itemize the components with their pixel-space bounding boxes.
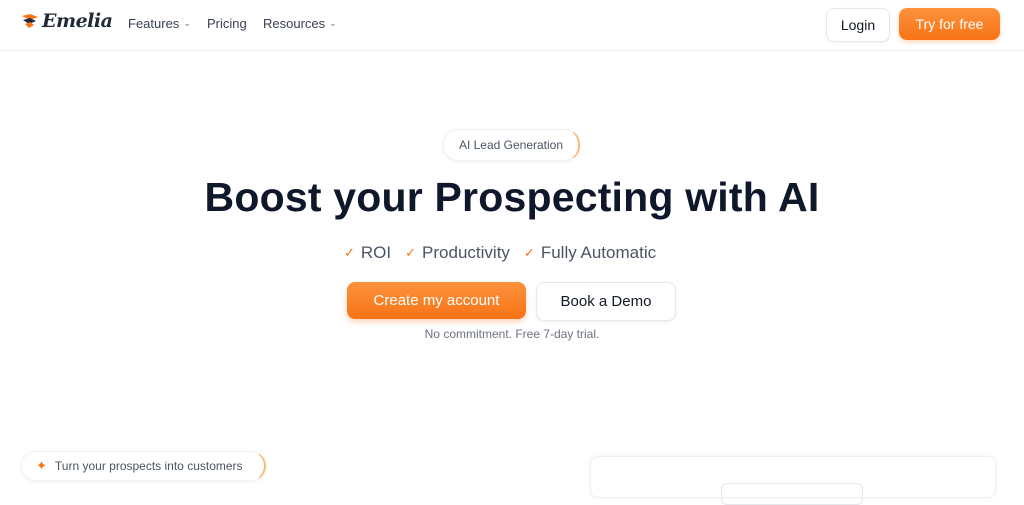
book-demo-button[interactable]: Book a Demo: [536, 282, 676, 321]
brand-name: Emelia: [42, 10, 113, 32]
magic-wand-icon: ✦: [36, 458, 47, 473]
chevron-down-icon: ⌄: [329, 18, 337, 28]
section-badge-label: Turn your prospects into customers: [54, 459, 243, 473]
feature-item: ✓ Productivity: [405, 243, 510, 263]
create-account-button[interactable]: Create my account: [347, 282, 526, 319]
check-icon: ✓: [405, 245, 417, 260]
brand-logo[interactable]: Emelia: [20, 10, 113, 32]
nav-links: Features ⌄ Pricing Resources ⌄: [128, 16, 337, 31]
hero-badge: AI Lead Generation: [443, 129, 580, 161]
feature-label: Productivity: [422, 243, 510, 262]
section-badge: ✦ Turn your prospects into customers: [21, 451, 266, 481]
try-for-free-button[interactable]: Try for free: [899, 8, 1000, 40]
trial-note: No commitment. Free 7-day trial.: [424, 327, 600, 341]
nav-resources-label: Resources: [263, 16, 326, 31]
feature-label: ROI: [360, 243, 392, 262]
nav-features[interactable]: Features ⌄: [128, 16, 207, 31]
feature-label: Fully Automatic: [540, 243, 657, 262]
product-preview-card: [590, 456, 996, 505]
hero-feature-list: ✓ ROI ✓ Productivity ✓ Fully Automatic: [344, 243, 656, 263]
nav-features-label: Features: [128, 16, 180, 31]
check-icon: ✓: [344, 245, 355, 260]
feature-item: ✓ ROI: [344, 243, 391, 263]
check-icon: ✓: [523, 245, 535, 260]
nav-pricing-label: Pricing: [207, 16, 247, 31]
preview-inner-box: [721, 483, 863, 505]
login-button[interactable]: Login: [826, 8, 890, 42]
chevron-down-icon: ⌄: [183, 18, 191, 28]
top-navbar: Emelia Features ⌄ Pricing Resources ⌄ Lo…: [0, 0, 1024, 51]
logo-mark-icon: [22, 14, 38, 28]
nav-pricing[interactable]: Pricing: [207, 16, 263, 31]
feature-item: ✓ Fully Automatic: [524, 243, 656, 263]
nav-resources[interactable]: Resources ⌄: [263, 16, 337, 31]
hero-title: Boost your Prospecting with AI: [204, 174, 820, 220]
hero-badge-label: AI Lead Generation: [458, 138, 564, 152]
